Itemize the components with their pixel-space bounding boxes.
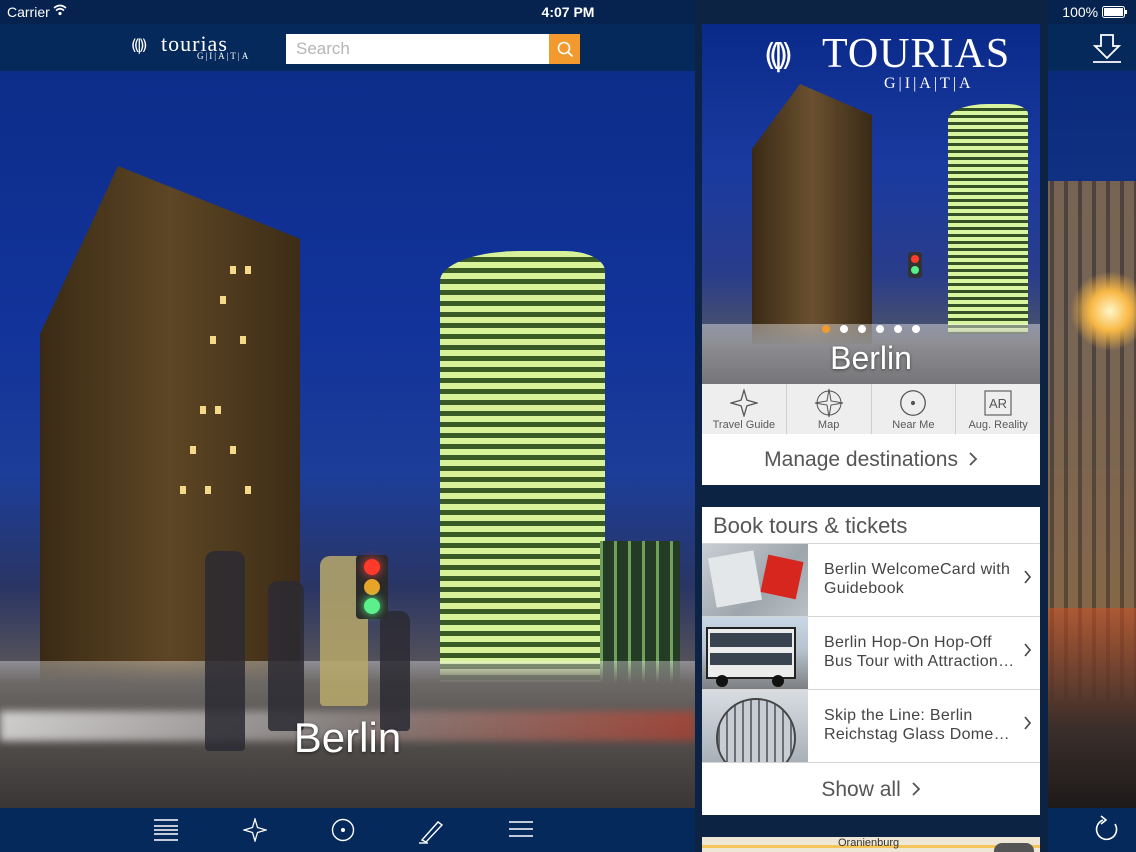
logo-sub: G|I|A|T|A bbox=[197, 51, 251, 61]
background-photo-right bbox=[1040, 71, 1136, 808]
logo-waves-icon: ((|)) bbox=[131, 36, 148, 54]
ar-icon: AR bbox=[984, 390, 1012, 416]
tour-item[interactable]: Berlin WelcomeCard with Guidebook bbox=[702, 544, 1040, 617]
tower-left bbox=[752, 84, 872, 344]
show-all-label: Show all bbox=[821, 778, 901, 801]
tour-title: Berlin WelcomeCard with Guidebook bbox=[824, 561, 1011, 597]
map-button[interactable]: Map bbox=[787, 384, 872, 434]
person bbox=[380, 611, 410, 731]
ar-badge: AR bbox=[989, 396, 1007, 411]
search-input[interactable] bbox=[286, 34, 549, 64]
chevron-right-icon bbox=[969, 452, 978, 466]
page-dot[interactable] bbox=[912, 325, 920, 333]
aug-reality-button[interactable]: AR Aug. Reality bbox=[956, 384, 1040, 434]
page-dot[interactable] bbox=[858, 325, 866, 333]
tour-item[interactable]: Berlin Hop-On Hop-Off Bus Tour with Attr… bbox=[702, 617, 1040, 690]
tower-left bbox=[40, 166, 300, 726]
star-outline-icon[interactable] bbox=[241, 816, 269, 847]
star-outline-icon bbox=[729, 389, 758, 417]
compass-rose-icon bbox=[814, 388, 843, 418]
tour-item[interactable]: Skip the Line: Berlin Reichstag Glass Do… bbox=[702, 690, 1040, 763]
chevron-right-icon bbox=[1024, 643, 1032, 657]
logo-sub: G|I|A|T|A bbox=[884, 75, 974, 92]
manage-destinations-button[interactable]: Manage destinations bbox=[702, 434, 1040, 485]
tower-glass bbox=[440, 251, 605, 721]
travel-guide-label: Travel Guide bbox=[712, 419, 776, 431]
map-label: Map bbox=[817, 419, 840, 431]
chevron-right-icon bbox=[1024, 716, 1032, 730]
menu-icon[interactable] bbox=[508, 818, 534, 845]
search-icon bbox=[557, 41, 573, 58]
show-all-button[interactable]: Show all bbox=[702, 765, 1040, 815]
tour-title: Berlin Hop-On Hop-Off Bus Tour with Attr… bbox=[824, 634, 1015, 670]
page-dot[interactable] bbox=[876, 325, 884, 333]
map-place-label: Oranienburg bbox=[838, 837, 900, 849]
clock: 4:07 PM bbox=[541, 4, 595, 20]
battery-icon bbox=[1102, 6, 1127, 18]
tours-card: Book tours & tickets Berlin WelcomeCard … bbox=[702, 507, 1040, 815]
target-icon bbox=[900, 390, 927, 416]
search-button[interactable] bbox=[549, 34, 580, 64]
traffic-light bbox=[356, 555, 388, 619]
person bbox=[268, 581, 304, 731]
tourias-logo-large: ((|)) TOURIAS G|I|A|T|A bbox=[764, 30, 1009, 100]
hero-city-title: Berlin bbox=[830, 340, 912, 376]
tour-thumbnail bbox=[702, 690, 808, 762]
near-me-label: Near Me bbox=[892, 419, 935, 431]
download-icon[interactable] bbox=[1091, 32, 1123, 69]
page-dot[interactable] bbox=[822, 325, 830, 333]
map-expand-button[interactable] bbox=[994, 843, 1034, 852]
logo-name: TOURIAS bbox=[822, 31, 1011, 77]
bottom-bar-right bbox=[1048, 808, 1136, 852]
near-me-button[interactable]: Near Me bbox=[872, 384, 957, 434]
list-icon[interactable] bbox=[153, 818, 179, 847]
tour-thumbnail bbox=[702, 617, 808, 689]
page-dot[interactable] bbox=[894, 325, 902, 333]
logo-waves-icon: ((|)) bbox=[764, 38, 793, 73]
manage-destinations-label: Manage destinations bbox=[764, 448, 958, 471]
refresh-icon[interactable] bbox=[1093, 814, 1121, 849]
travel-guide-button[interactable]: Travel Guide bbox=[702, 384, 787, 434]
status-bar: Carrier 4:07 PM 100% bbox=[0, 0, 1136, 24]
battery-indicator: 100% bbox=[1062, 4, 1128, 20]
quick-actions: Travel Guide Map Near Me AR Aug. Reality bbox=[702, 384, 1040, 434]
page-dot[interactable] bbox=[840, 325, 848, 333]
tours-title: Book tours & tickets bbox=[702, 507, 1040, 544]
city-title: Berlin bbox=[293, 714, 402, 761]
map-preview-card[interactable]: Oranienburg bbox=[702, 837, 1040, 852]
pen-icon[interactable] bbox=[418, 818, 446, 849]
battery-percent: 100% bbox=[1062, 4, 1099, 20]
carousel-page-indicator[interactable] bbox=[822, 325, 920, 333]
tour-title: Skip the Line: Berlin Reichstag Glass Do… bbox=[824, 707, 1010, 743]
chevron-right-icon bbox=[911, 782, 920, 796]
target-icon[interactable] bbox=[331, 818, 355, 847]
tower-glass bbox=[948, 104, 1028, 334]
hero-background-photo bbox=[0, 71, 695, 808]
aug-reality-label: Aug. Reality bbox=[968, 419, 1028, 431]
tour-thumbnail bbox=[702, 544, 808, 616]
chevron-right-icon bbox=[1024, 570, 1032, 584]
traffic-light bbox=[908, 252, 922, 278]
